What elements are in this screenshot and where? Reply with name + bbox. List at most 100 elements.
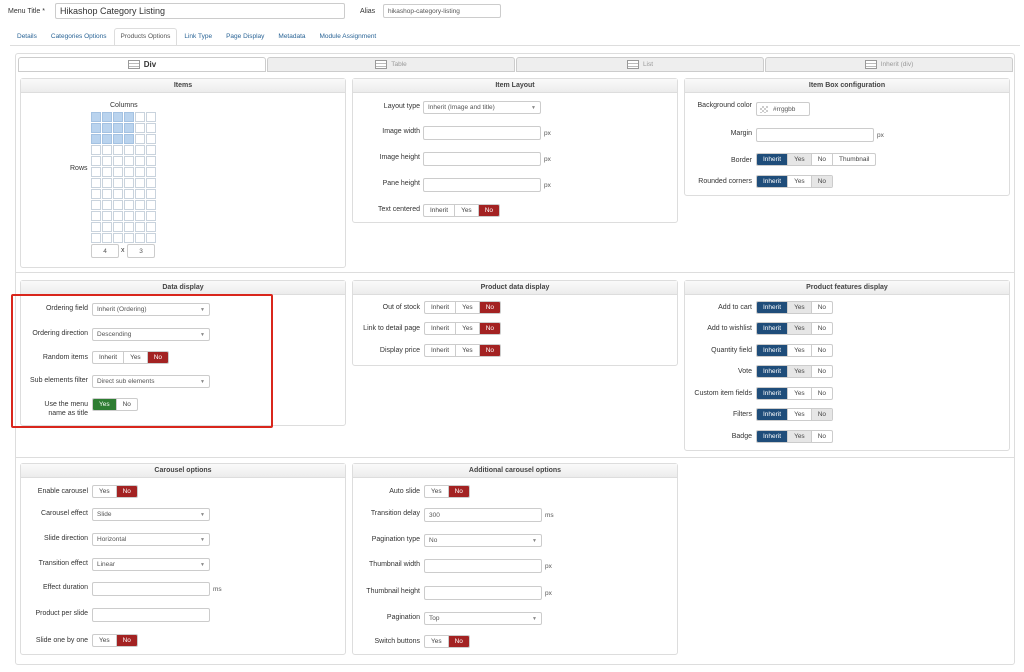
slide-one-by-one-toggle[interactable]: Yes No — [92, 634, 138, 647]
grid-cell[interactable] — [146, 189, 156, 199]
grid-cell[interactable] — [146, 200, 156, 210]
grid-cell[interactable] — [102, 189, 112, 199]
custom-fields-toggle[interactable]: Inherit Yes No — [756, 387, 833, 400]
grid-cell[interactable] — [91, 145, 101, 155]
background-color-input[interactable]: #rrggbb — [756, 102, 810, 116]
grid-cell[interactable] — [135, 222, 145, 232]
grid-cell[interactable] — [135, 123, 145, 133]
grid-cell[interactable] — [124, 189, 134, 199]
grid-cell[interactable] — [135, 156, 145, 166]
layout-tab-table[interactable]: Table — [267, 57, 515, 72]
grid-cell[interactable] — [124, 233, 134, 243]
grid-cell[interactable] — [91, 112, 101, 122]
grid-cell[interactable] — [102, 156, 112, 166]
text-centered-toggle[interactable]: Inherit Yes No — [423, 204, 500, 217]
grid-cell[interactable] — [135, 134, 145, 144]
grid-cell[interactable] — [113, 222, 123, 232]
grid-cell[interactable] — [113, 145, 123, 155]
grid-cell[interactable] — [91, 222, 101, 232]
auto-slide-toggle[interactable]: Yes No — [424, 485, 470, 498]
thumbnail-width-input[interactable] — [424, 559, 542, 573]
product-per-slide-input[interactable] — [92, 608, 210, 622]
grid-cell[interactable] — [146, 167, 156, 177]
grid-cell[interactable] — [91, 134, 101, 144]
grid-cell[interactable] — [146, 145, 156, 155]
sub-elements-filter-select[interactable]: Direct sub elements ▼ — [92, 375, 210, 388]
grid-cell[interactable] — [113, 189, 123, 199]
grid-cell[interactable] — [124, 123, 134, 133]
grid-cell[interactable] — [124, 167, 134, 177]
grid-cell[interactable] — [124, 200, 134, 210]
grid-cell[interactable] — [135, 233, 145, 243]
image-width-input[interactable] — [423, 126, 541, 140]
grid-cell[interactable] — [102, 112, 112, 122]
rounded-corners-toggle[interactable]: Inherit Yes No — [756, 175, 833, 188]
pagination-type-select[interactable]: No ▼ — [424, 534, 542, 547]
image-height-input[interactable] — [423, 152, 541, 166]
grid-cell[interactable] — [124, 145, 134, 155]
grid-cell[interactable] — [124, 222, 134, 232]
items-grid-picker[interactable] — [91, 112, 156, 243]
grid-cell[interactable] — [135, 200, 145, 210]
grid-cell[interactable] — [91, 123, 101, 133]
carousel-effect-select[interactable]: Slide ▼ — [92, 508, 210, 521]
grid-cell[interactable] — [113, 134, 123, 144]
grid-cell[interactable] — [102, 145, 112, 155]
grid-cell[interactable] — [113, 167, 123, 177]
transition-effect-select[interactable]: Linear ▼ — [92, 558, 210, 571]
add-to-cart-toggle[interactable]: Inherit Yes No — [756, 301, 833, 314]
grid-cell[interactable] — [124, 211, 134, 221]
grid-cell[interactable] — [124, 178, 134, 188]
grid-cell[interactable] — [113, 123, 123, 133]
grid-cell[interactable] — [124, 134, 134, 144]
grid-cell[interactable] — [102, 200, 112, 210]
grid-cell[interactable] — [124, 112, 134, 122]
grid-cell[interactable] — [113, 233, 123, 243]
grid-cell[interactable] — [135, 145, 145, 155]
grid-cell[interactable] — [91, 156, 101, 166]
grid-cell[interactable] — [102, 123, 112, 133]
grid-cell[interactable] — [124, 156, 134, 166]
vote-toggle[interactable]: Inherit Yes No — [756, 365, 833, 378]
grid-cell[interactable] — [91, 211, 101, 221]
layout-type-select[interactable]: Inherit (Image and title) ▼ — [423, 101, 541, 114]
grid-cell[interactable] — [113, 178, 123, 188]
grid-cell[interactable] — [146, 134, 156, 144]
filters-toggle[interactable]: Inherit Yes No — [756, 408, 833, 421]
items-columns-input[interactable]: 4 — [91, 244, 119, 258]
grid-cell[interactable] — [113, 112, 123, 122]
grid-cell[interactable] — [91, 178, 101, 188]
grid-cell[interactable] — [146, 112, 156, 122]
items-rows-input[interactable]: 3 — [127, 244, 155, 258]
transition-delay-input[interactable]: 300 — [424, 508, 542, 522]
grid-cell[interactable] — [146, 123, 156, 133]
pagination-select[interactable]: Top ▼ — [424, 612, 542, 625]
grid-cell[interactable] — [146, 156, 156, 166]
margin-input[interactable] — [756, 128, 874, 142]
menu-title-input[interactable]: Hikashop Category Listing — [55, 3, 345, 19]
tab-products-options[interactable]: Products Options — [113, 28, 178, 46]
tab-page-display[interactable]: Page Display — [219, 28, 271, 46]
grid-cell[interactable] — [102, 178, 112, 188]
grid-cell[interactable] — [146, 211, 156, 221]
grid-cell[interactable] — [135, 112, 145, 122]
grid-cell[interactable] — [102, 222, 112, 232]
add-to-wishlist-toggle[interactable]: Inherit Yes No — [756, 322, 833, 335]
grid-cell[interactable] — [135, 189, 145, 199]
switch-buttons-toggle[interactable]: Yes No — [424, 635, 470, 648]
grid-cell[interactable] — [146, 222, 156, 232]
layout-tab-inherit[interactable]: Inherit (div) — [765, 57, 1013, 72]
link-detail-toggle[interactable]: Inherit Yes No — [424, 322, 501, 335]
grid-cell[interactable] — [102, 233, 112, 243]
pane-height-input[interactable] — [423, 178, 541, 192]
grid-cell[interactable] — [102, 134, 112, 144]
grid-cell[interactable] — [91, 200, 101, 210]
slide-direction-select[interactable]: Horizontal ▼ — [92, 533, 210, 546]
grid-cell[interactable] — [113, 211, 123, 221]
border-toggle[interactable]: Inherit Yes No Thumbnail — [756, 153, 877, 166]
grid-cell[interactable] — [91, 233, 101, 243]
badge-toggle[interactable]: Inherit Yes No — [756, 430, 833, 443]
ordering-field-select[interactable]: Inherit (Ordering) ▼ — [92, 303, 210, 316]
thumbnail-height-input[interactable] — [424, 586, 542, 600]
display-price-toggle[interactable]: Inherit Yes No — [424, 344, 501, 357]
